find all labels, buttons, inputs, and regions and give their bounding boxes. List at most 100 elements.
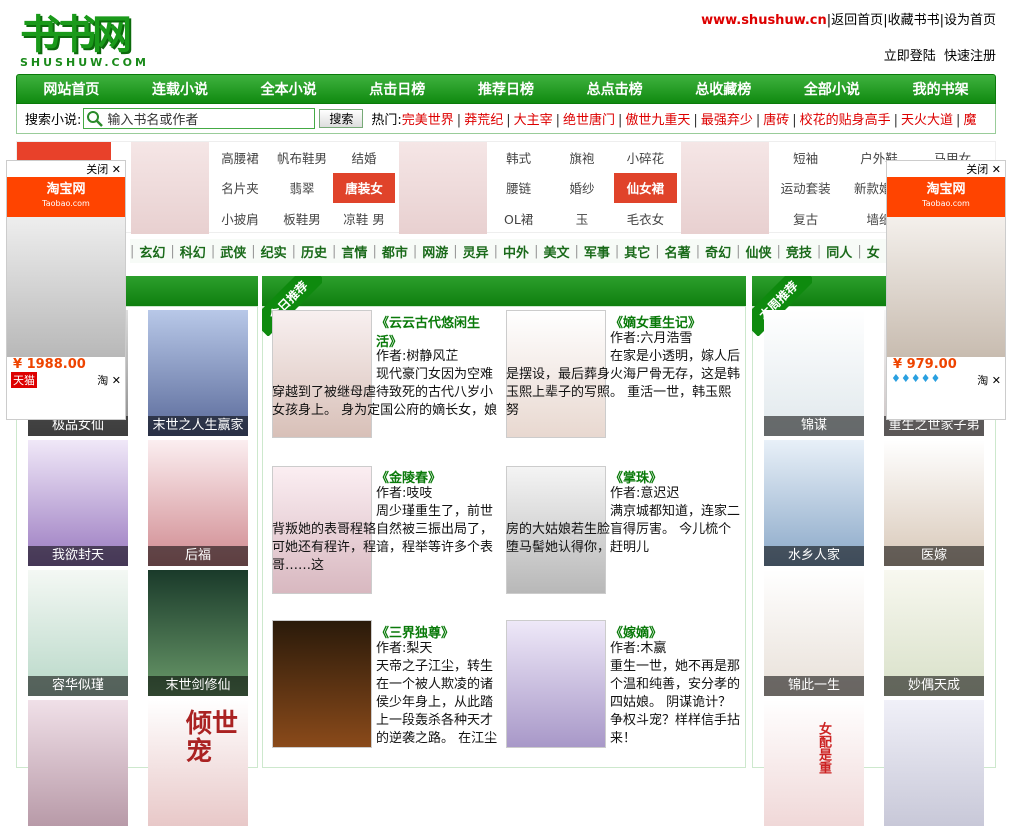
ad-model-image[interactable]	[131, 142, 209, 234]
book-title[interactable]: 《金陵春》	[376, 467, 496, 486]
book-cover-title: 医嫁	[884, 546, 984, 566]
genre-link[interactable]: 科幻	[175, 242, 211, 261]
ad-model-image[interactable]	[681, 142, 769, 234]
book-cover[interactable]: 医嫁	[884, 440, 984, 566]
book-cover[interactable]: 倾世宠	[148, 700, 248, 826]
genre-link[interactable]: 仙侠	[740, 242, 776, 261]
bookmark-link[interactable]: 收藏书书	[888, 13, 940, 28]
book-cover[interactable]: 水乡人家	[764, 440, 864, 566]
ad-keyword[interactable]: 名片夹	[209, 173, 271, 204]
site-logo[interactable]: 书书网 SHUSHUW.COM	[20, 14, 180, 74]
ad-keyword[interactable]: 婚纱	[550, 173, 613, 204]
ad-keyword[interactable]: 运动套装	[769, 173, 842, 204]
register-link[interactable]: 快速注册	[944, 49, 996, 64]
genre-link[interactable]: 其它	[619, 242, 655, 261]
book-cover[interactable]: 末世之人生赢家	[148, 310, 248, 436]
ad-product-image[interactable]	[887, 217, 1005, 357]
ad-keyword[interactable]: 小披肩	[209, 203, 271, 234]
nav-item-all-novels[interactable]: 全部小说	[804, 79, 860, 99]
ad-keyword[interactable]: OL裙	[487, 203, 550, 234]
ad-keyword[interactable]: 玉	[550, 203, 613, 234]
book-cover[interactable]	[884, 700, 984, 826]
ad-keyword[interactable]: 板鞋男	[271, 203, 333, 234]
genre-link[interactable]: 言情	[336, 242, 372, 261]
close-ad-button[interactable]: 关闭 ✕	[887, 161, 1005, 177]
ad-keyword[interactable]: 帆布鞋男	[271, 142, 333, 173]
book-cover[interactable]: 后福	[148, 440, 248, 566]
nav-item-complete[interactable]: 全本小说	[261, 79, 317, 99]
right-floating-ad[interactable]: 关闭 ✕ 淘宝网 Taobao.com ¥ 979.00 ♦♦♦♦♦ 淘 ✕	[886, 160, 1006, 420]
ad-keyword[interactable]: 复古	[769, 203, 842, 234]
search-button[interactable]: 搜索	[319, 109, 364, 128]
hot-item[interactable]: 莽荒纪	[464, 113, 503, 128]
book-title[interactable]: 《嫡女重生记》	[610, 312, 740, 331]
hot-item[interactable]: 傲世九重天	[625, 113, 690, 128]
book-cover[interactable]: 我欲封天	[28, 440, 128, 566]
book-cover[interactable]: 妙偶天成	[884, 570, 984, 696]
book-cover[interactable]	[506, 620, 606, 748]
set-homepage-link[interactable]: 设为首页	[944, 13, 996, 28]
ad-product-image[interactable]	[7, 217, 125, 357]
ad-keyword[interactable]: 韩式	[487, 142, 550, 173]
nav-item-total-favorites[interactable]: 总收藏榜	[695, 79, 751, 99]
genre-link[interactable]: 都市	[377, 242, 413, 261]
genre-link[interactable]: 玄幻	[134, 242, 170, 261]
hot-item[interactable]: 完美世界	[402, 113, 454, 128]
nav-item-daily-clicks[interactable]: 点击日榜	[369, 79, 425, 99]
ad-model-image[interactable]	[399, 142, 487, 234]
hot-item[interactable]: 唐砖	[763, 113, 789, 128]
book-cover[interactable]	[28, 700, 128, 826]
nav-item-serial[interactable]: 连载小说	[152, 79, 208, 99]
close-ad-button[interactable]: 关闭 ✕	[7, 161, 125, 177]
ad-keyword[interactable]: 小碎花	[614, 142, 677, 173]
book-cover[interactable]: 容华似瑾	[28, 570, 128, 696]
genre-link[interactable]: 美文	[538, 242, 574, 261]
ad-keyword[interactable]: 高腰裙	[209, 142, 271, 173]
book-title[interactable]: 《嫁嫡》	[610, 622, 740, 641]
hot-item[interactable]: 绝世唐门	[563, 113, 615, 128]
genre-link[interactable]: 网游	[417, 242, 453, 261]
ad-keyword-active[interactable]: 唐装女	[333, 172, 395, 204]
genre-link[interactable]: 同人	[821, 242, 857, 261]
ad-keyword-active[interactable]: 仙女裙	[613, 172, 677, 204]
ad-keyword[interactable]: 腰链	[487, 173, 550, 204]
book-title[interactable]: 《三界独尊》	[376, 622, 496, 641]
genre-link[interactable]: 历史	[296, 242, 332, 261]
genre-link[interactable]: 名著	[660, 242, 696, 261]
genre-link[interactable]: 灵异	[458, 242, 494, 261]
hot-item[interactable]: 魔	[963, 113, 976, 128]
hot-item[interactable]: 最强弃少	[701, 113, 753, 128]
search-input[interactable]: 输入书名或作者	[83, 108, 316, 129]
book-cover[interactable]: 末世剑修仙	[148, 570, 248, 696]
book-cover[interactable]: 锦谋	[764, 310, 864, 436]
book-description: 满京城都知道，连家二房的大姑娘若生脸盲得厉害。 今儿梳个堕马髻她认得你，赶明儿	[506, 504, 740, 555]
genre-link[interactable]: 武侠	[215, 242, 251, 261]
genre-link[interactable]: 军事	[579, 242, 615, 261]
book-cover[interactable]: 锦此一生	[764, 570, 864, 696]
genre-link[interactable]: 竞技	[781, 242, 817, 261]
book-cover[interactable]	[272, 620, 372, 748]
ad-keyword[interactable]: 旗袍	[550, 142, 613, 173]
nav-item-bookshelf[interactable]: 我的书架	[913, 79, 969, 99]
genre-link[interactable]: 纪实	[256, 242, 292, 261]
ad-keyword[interactable]: 短袖	[769, 142, 842, 173]
genre-link[interactable]: 奇幻	[700, 242, 736, 261]
book-title[interactable]: 《云云古代悠闲生活》	[376, 312, 496, 350]
ad-keyword[interactable]: 毛衣女	[614, 203, 677, 234]
ad-keyword[interactable]: 结婚	[333, 142, 395, 173]
ad-keyword[interactable]: 凉鞋 男	[333, 203, 395, 234]
nav-item-total-clicks[interactable]: 总点击榜	[587, 79, 643, 99]
nav-item-daily-recommend[interactable]: 推荐日榜	[478, 79, 534, 99]
hot-item[interactable]: 大主宰	[514, 113, 553, 128]
home-link[interactable]: 返回首页	[831, 13, 883, 28]
nav-item-home[interactable]: 网站首页	[43, 79, 99, 99]
login-link[interactable]: 立即登陆	[884, 49, 936, 64]
hot-item[interactable]: 校花的贴身高手	[800, 113, 891, 128]
left-floating-ad[interactable]: 关闭 ✕ 淘宝网 Taobao.com ¥ 1988.00 天猫 淘 ✕	[6, 160, 126, 420]
ad-keyword[interactable]: 翡翠	[271, 173, 333, 204]
book-cover[interactable]: 女配是重	[764, 700, 864, 826]
hot-item[interactable]: 天火大道	[901, 113, 953, 128]
book-title[interactable]: 《掌珠》	[610, 467, 740, 486]
genre-link[interactable]: 女	[862, 242, 885, 261]
genre-link[interactable]: 中外	[498, 242, 534, 261]
